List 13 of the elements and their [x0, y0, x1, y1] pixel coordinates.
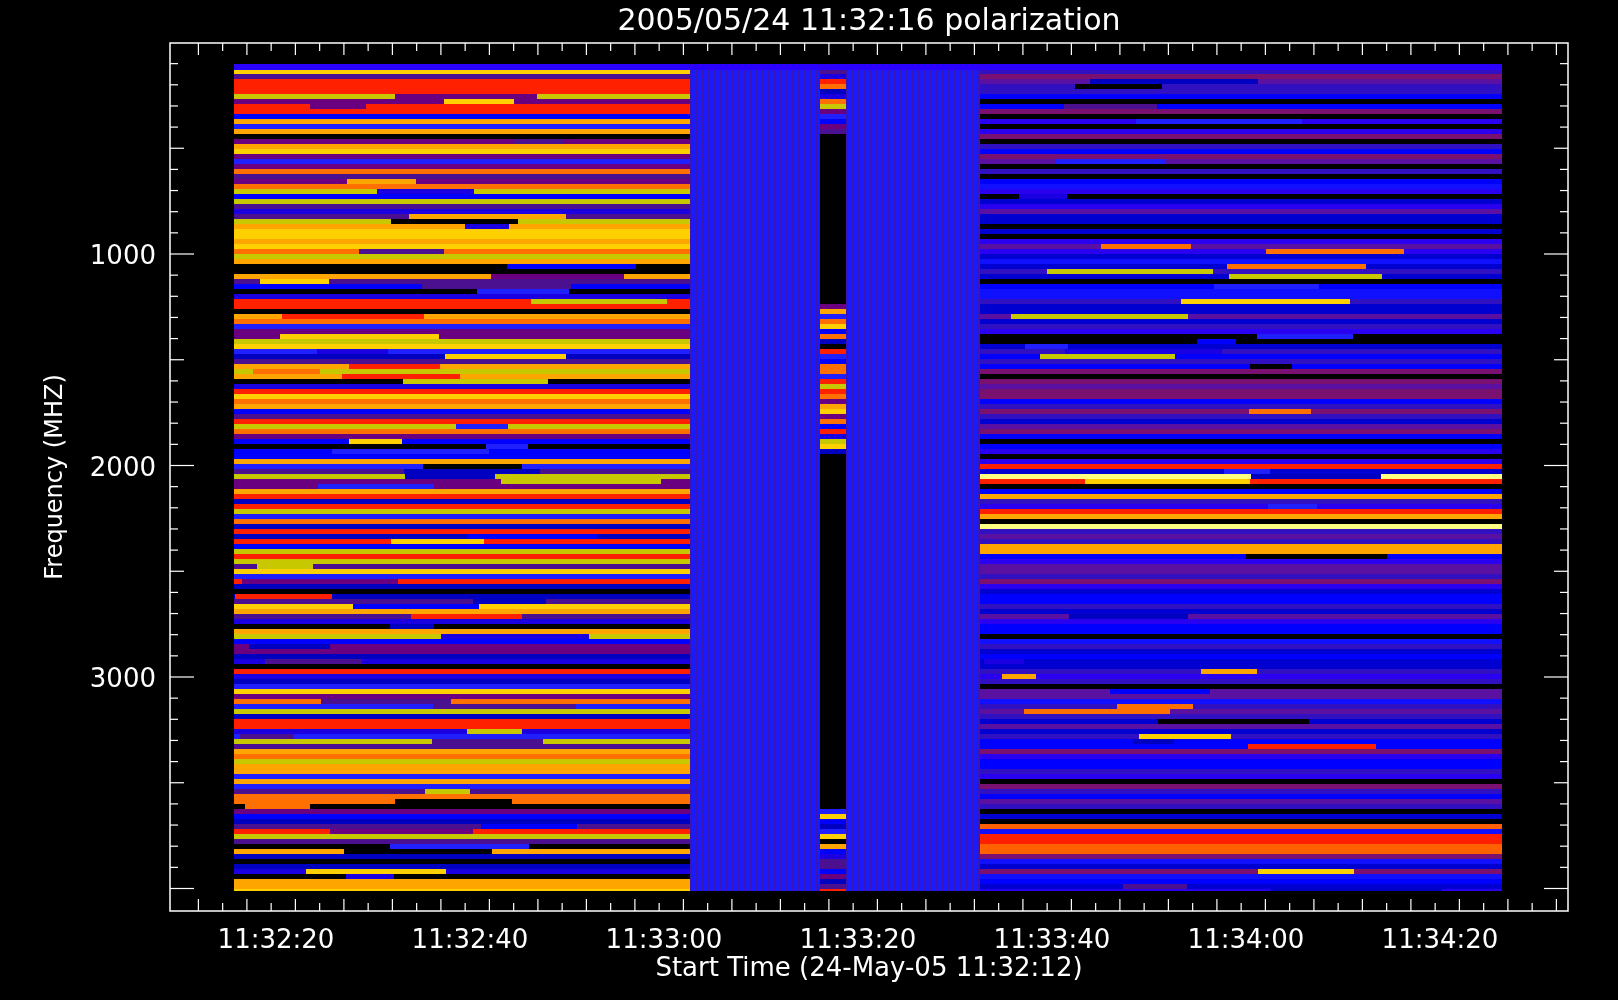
y-tick-label: 2000	[89, 451, 156, 482]
y-axis-label: Frequency (MHZ)	[40, 374, 68, 580]
chart-title: 2005/05/24 11:32:16 polarization	[617, 2, 1121, 37]
x-tick-label: 11:32:40	[411, 924, 529, 954]
x-tick-label: 11:34:20	[1381, 924, 1499, 954]
y-tick-label: 3000	[89, 663, 156, 693]
y-tick-label: 1000	[89, 240, 156, 270]
x-tick-label: 11:33:20	[799, 924, 917, 954]
x-tick-label: 11:33:40	[993, 924, 1111, 954]
x-tick-label: 11:32:20	[217, 924, 335, 954]
x-axis-label: Start Time (24-May-05 11:32:12)	[655, 952, 1083, 982]
x-tick-label: 11:34:00	[1187, 924, 1305, 954]
x-tick-label: 11:33:00	[605, 924, 723, 954]
